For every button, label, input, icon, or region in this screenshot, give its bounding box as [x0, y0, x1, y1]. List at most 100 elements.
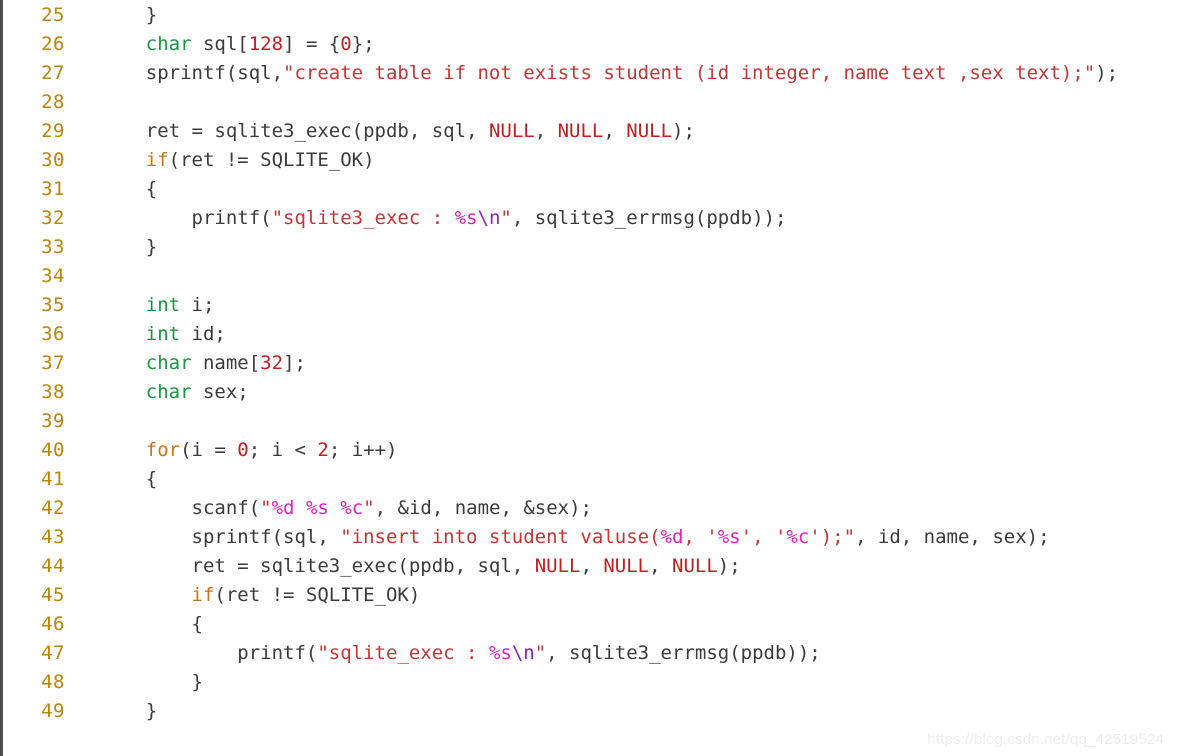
code-line[interactable]: 41 {	[3, 465, 1178, 494]
code-viewer[interactable]: 25 } 26 char sql[128] = {0}; 27 sprintf(sq…	[0, 0, 1178, 756]
code-token: "	[534, 642, 547, 664]
code-token: %s	[488, 642, 512, 664]
code-line-list[interactable]: 25 } 26 char sql[128] = {0}; 27 sprintf(sq…	[3, 0, 1178, 726]
code-line[interactable]: 44 ret = sqlite3_exec(ppdb, sql, NULL, N…	[3, 552, 1178, 581]
code-token: ,	[534, 120, 558, 142]
code-line[interactable]: 31 {	[3, 175, 1178, 204]
code-token: ,	[649, 555, 672, 577]
line-content[interactable]: {	[65, 465, 157, 494]
code-token: %s	[717, 526, 741, 548]
code-token: , &id, name, &sex);	[374, 497, 592, 519]
line-content[interactable]: char sql[128] = {0};	[65, 30, 375, 59]
line-content[interactable]: if(ret != SQLITE_OK)	[65, 581, 421, 610]
line-content[interactable]: }	[65, 1, 157, 30]
line-content[interactable]: sprintf(sql, "insert into student valuse…	[65, 523, 1050, 552]
code-token: 32	[260, 352, 284, 374]
watermark: https://blog.csdn.net/qq_42519524	[927, 731, 1164, 748]
code-token: char	[145, 352, 192, 374]
line-number: 38	[41, 381, 65, 403]
line-content[interactable]: printf("sqlite_exec : %s\n", sqlite3_err…	[65, 639, 820, 668]
line-content[interactable]: {	[65, 610, 203, 639]
line-number: 32	[41, 207, 65, 229]
code-token: int	[145, 323, 181, 345]
code-line[interactable]: 49 }	[3, 697, 1178, 726]
line-number: 36	[41, 323, 65, 345]
code-line[interactable]: 48 }	[3, 668, 1178, 697]
code-token: (ret != SQLITE_OK)	[168, 149, 375, 171]
line-number: 48	[41, 671, 65, 693]
line-content[interactable]: }	[65, 697, 157, 726]
code-line[interactable]: 40 for(i = 0; i < 2; i++)	[3, 436, 1178, 465]
code-token: sprintf(sql,	[100, 526, 341, 548]
code-token: "create table if not exists student (id …	[283, 62, 1096, 84]
line-content[interactable]: int id;	[65, 320, 226, 349]
line-number: 34	[41, 265, 65, 287]
code-token: );	[717, 555, 741, 577]
line-number: 31	[41, 178, 65, 200]
line-content[interactable]: char name[32];	[65, 349, 306, 378]
code-token: 2	[317, 439, 329, 461]
code-token: %c	[786, 526, 810, 548]
code-line[interactable]: 26 char sql[128] = {0};	[3, 30, 1178, 59]
line-content[interactable]: {	[65, 175, 157, 204]
code-token: ];	[283, 352, 306, 374]
code-line[interactable]: 39	[3, 407, 1178, 436]
code-token: , id, name, sex);	[855, 526, 1050, 548]
code-token: %c	[340, 497, 364, 519]
line-content[interactable]: if(ret != SQLITE_OK)	[65, 146, 375, 175]
code-line[interactable]: 34	[3, 262, 1178, 291]
code-line[interactable]: 45 if(ret != SQLITE_OK)	[3, 581, 1178, 610]
code-line[interactable]: 43 sprintf(sql, "insert into student val…	[3, 523, 1178, 552]
code-line[interactable]: 37 char name[32];	[3, 349, 1178, 378]
code-line[interactable]: 32 printf("sqlite3_exec : %s\n", sqlite3…	[3, 204, 1178, 233]
code-token: NULL	[534, 555, 581, 577]
code-line[interactable]: 46 {	[3, 610, 1178, 639]
line-content[interactable]	[65, 407, 111, 436]
line-content[interactable]: }	[65, 668, 203, 697]
line-content[interactable]: ret = sqlite3_exec(ppdb, sql, NULL, NULL…	[65, 117, 695, 146]
code-token: sex;	[191, 381, 249, 403]
code-line[interactable]: 30 if(ret != SQLITE_OK)	[3, 146, 1178, 175]
code-token: %d	[660, 526, 684, 548]
code-line[interactable]: 28	[3, 88, 1178, 117]
code-token: "sqlite_exec :	[317, 642, 489, 664]
code-line[interactable]: 25 }	[3, 1, 1178, 30]
line-content[interactable]: int i;	[65, 291, 215, 320]
line-content[interactable]: ret = sqlite3_exec(ppdb, sql, NULL, NULL…	[65, 552, 741, 581]
code-token: ] = {	[283, 33, 341, 55]
line-content[interactable]: }	[65, 233, 157, 262]
code-line[interactable]: 42 scanf("%d %s %c", &id, name, &sex);	[3, 494, 1178, 523]
code-line[interactable]: 38 char sex;	[3, 378, 1178, 407]
line-content[interactable]	[65, 88, 111, 117]
code-token: printf(	[100, 207, 272, 229]
code-line[interactable]: 36 int id;	[3, 320, 1178, 349]
line-number: 49	[41, 700, 65, 722]
code-token: if	[191, 584, 215, 606]
code-token: ');"	[809, 526, 856, 548]
code-token: 0	[340, 33, 352, 55]
code-line[interactable]: 33 }	[3, 233, 1178, 262]
code-token: if	[145, 149, 169, 171]
line-content[interactable]: scanf("%d %s %c", &id, name, &sex);	[65, 494, 592, 523]
line-content[interactable]: char sex;	[65, 378, 249, 407]
code-token: {	[100, 613, 203, 635]
code-line[interactable]: 47 printf("sqlite_exec : %s\n", sqlite3_…	[3, 639, 1178, 668]
code-token: %s	[305, 497, 329, 519]
line-number: 40	[41, 439, 65, 461]
line-number: 44	[41, 555, 65, 577]
code-line[interactable]: 29 ret = sqlite3_exec(ppdb, sql, NULL, N…	[3, 117, 1178, 146]
code-token: }	[100, 671, 203, 693]
code-token: "insert into student valuse(	[340, 526, 661, 548]
line-content[interactable]: printf("sqlite3_exec : %s\n", sqlite3_er…	[65, 204, 787, 233]
code-line[interactable]: 27 sprintf(sql,"create table if not exis…	[3, 59, 1178, 88]
code-token: \n	[477, 207, 501, 229]
code-token: , sqlite3_errmsg(ppdb));	[511, 207, 787, 229]
line-content[interactable]	[65, 262, 111, 291]
line-content[interactable]: sprintf(sql,"create table if not exists …	[65, 59, 1118, 88]
code-line[interactable]: 35 int i;	[3, 291, 1178, 320]
line-content[interactable]: for(i = 0; i < 2; i++)	[65, 436, 398, 465]
